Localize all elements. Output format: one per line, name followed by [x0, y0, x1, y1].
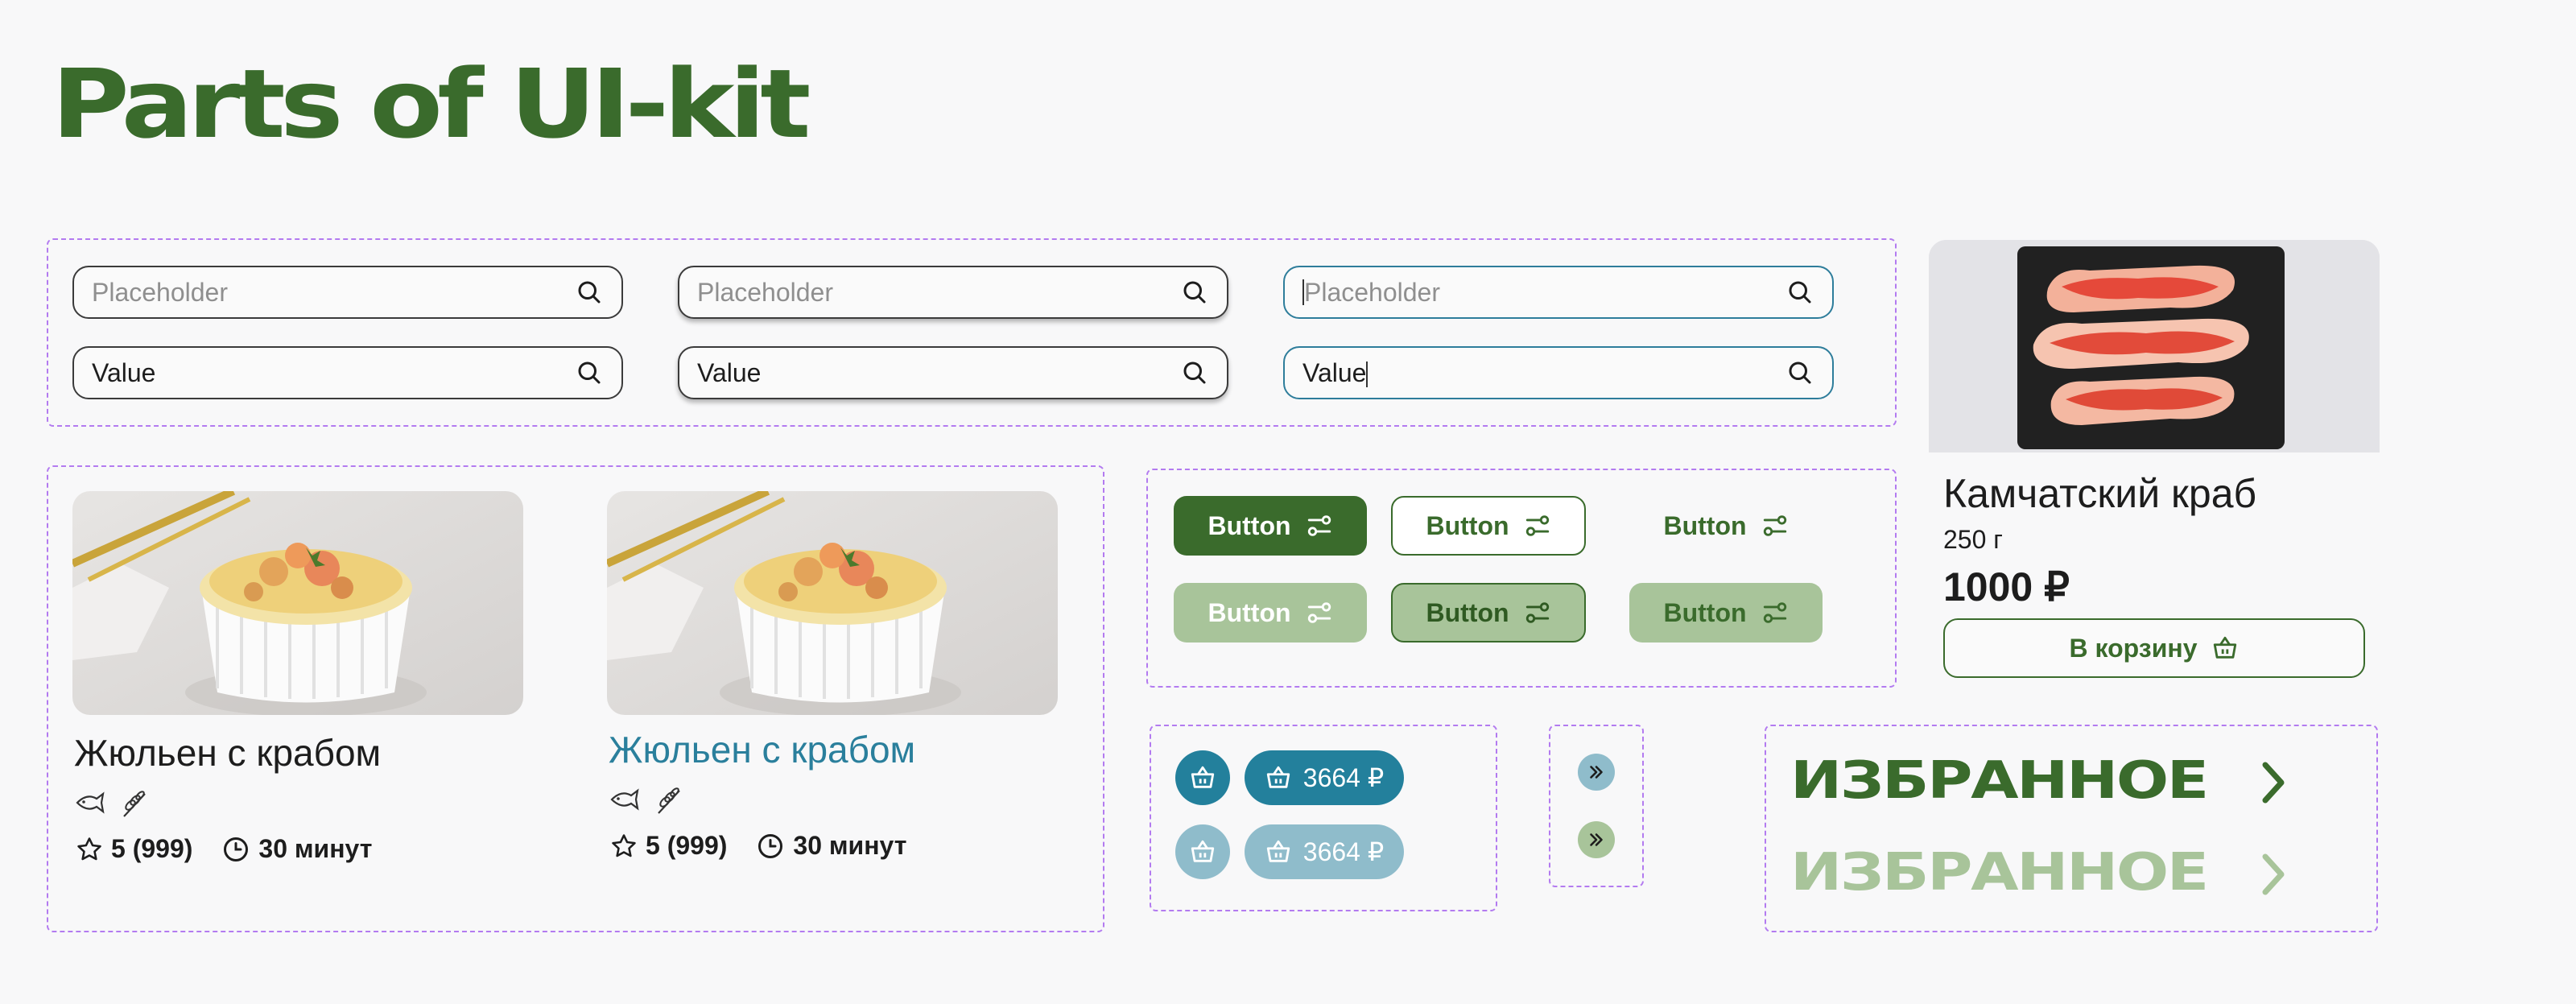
price-label: 3664 ₽	[1302, 763, 1385, 792]
dish-card-image[interactable]	[72, 491, 523, 715]
add-to-cart-price-button[interactable]: 3664 ₽	[1245, 750, 1404, 805]
wheat-icon	[123, 791, 146, 817]
add-to-cart-round-button[interactable]	[1175, 750, 1230, 805]
cook-time-text: 30 минут	[258, 834, 373, 863]
cook-time-text: 30 минут	[793, 831, 907, 860]
basket-icon	[2214, 636, 2237, 659]
filter-button-soft[interactable]: Button	[1629, 583, 1823, 642]
wheat-icon	[658, 787, 680, 814]
dish-tags	[610, 787, 684, 815]
chevron-right-icon[interactable]	[2259, 760, 2288, 805]
dish-tags	[76, 791, 150, 818]
sliders-icon	[1525, 515, 1549, 536]
favorites-link[interactable]: ИЗБРАННОЕ	[1790, 755, 2209, 807]
julienne-photo	[72, 491, 523, 715]
forward-button-teal[interactable]	[1578, 754, 1615, 791]
search-input-value-default[interactable]: Value	[72, 346, 623, 399]
page-title: Parts of UI-kit	[52, 48, 811, 159]
star-icon	[77, 837, 101, 860]
search-input-text: Placeholder	[1304, 277, 1440, 307]
clock-icon	[224, 837, 249, 861]
double-chevron-right-icon	[1590, 833, 1603, 846]
search-input-placeholder-focus[interactable]: Placeholder	[1283, 266, 1834, 319]
filter-button-outlined[interactable]: Button	[1391, 496, 1586, 556]
search-input-text: Placeholder	[92, 277, 228, 307]
julienne-photo	[607, 491, 1058, 715]
sliders-icon	[1525, 602, 1549, 623]
button-label: Button	[1663, 597, 1747, 627]
rating-text: 5 (999)	[646, 831, 728, 860]
search-icon[interactable]	[1180, 358, 1209, 387]
product-weight: 250 г	[1943, 525, 2003, 554]
product-name[interactable]: Камчатский краб	[1943, 470, 2256, 517]
forward-button-green[interactable]	[1578, 821, 1615, 858]
chevron-right-icon[interactable]	[2259, 852, 2288, 897]
dish-card-title-hover[interactable]: Жюльен с крабом	[609, 728, 915, 771]
dish-card-title[interactable]: Жюльен с крабом	[74, 731, 381, 775]
search-input-text: Placeholder	[697, 277, 833, 307]
button-label: В корзину	[2069, 633, 2198, 663]
rating-text: 5 (999)	[111, 834, 193, 863]
fish-icon	[610, 788, 639, 811]
text-caret	[1366, 362, 1368, 388]
double-chevron-right-icon	[1590, 766, 1603, 779]
filter-button-filled[interactable]: Button	[1174, 496, 1367, 556]
arrow-buttons-group	[1549, 725, 1644, 887]
search-input-placeholder-default[interactable]: Placeholder	[72, 266, 623, 319]
add-to-cart-round-button-disabled[interactable]	[1175, 824, 1230, 879]
sliders-icon	[1307, 602, 1331, 623]
fish-icon	[76, 791, 105, 814]
search-input-text: Value	[697, 357, 762, 387]
basket-icon	[1266, 840, 1290, 862]
favorites-link-disabled[interactable]: ИЗБРАННОЕ	[1790, 847, 2209, 899]
button-label: Button	[1663, 510, 1747, 540]
dish-meta: 5 (999) 30 минут	[610, 831, 906, 861]
dish-meta: 5 (999) 30 минут	[76, 834, 372, 864]
product-price: 1000 ₽	[1943, 564, 2070, 609]
search-icon[interactable]	[1785, 278, 1814, 307]
crab-photo	[1929, 240, 2380, 452]
sliders-icon	[1307, 515, 1331, 536]
clock-icon	[758, 833, 783, 858]
search-input-text: Value	[1302, 358, 1785, 388]
search-input-placeholder-hover[interactable]: Placeholder	[678, 266, 1228, 319]
star-icon	[612, 833, 636, 857]
filter-button-filled-disabled[interactable]: Button	[1174, 583, 1367, 642]
search-input-value-hover[interactable]: Value	[678, 346, 1228, 399]
button-label: Button	[1426, 510, 1509, 540]
add-to-cart-button[interactable]: В корзину	[1943, 618, 2365, 678]
dish-card-image[interactable]	[607, 491, 1058, 715]
favorites-label: ИЗБРАННОЕ	[1790, 843, 2209, 903]
add-to-cart-price-button-disabled[interactable]: 3664 ₽	[1245, 824, 1404, 879]
basket-icon	[1191, 766, 1215, 788]
sliders-icon	[1763, 515, 1786, 536]
search-icon[interactable]	[575, 278, 604, 307]
search-input-value-focus[interactable]: Value	[1283, 346, 1834, 399]
search-input-text: Value	[92, 357, 156, 387]
search-icon[interactable]	[575, 358, 604, 387]
search-input-value: Value	[1302, 357, 1367, 387]
favorites-label: ИЗБРАННОЕ	[1790, 751, 2209, 811]
search-icon[interactable]	[1785, 358, 1814, 387]
price-label: 3664 ₽	[1302, 837, 1385, 866]
button-label: Button	[1208, 510, 1291, 540]
search-icon[interactable]	[1180, 278, 1209, 307]
product-image[interactable]	[1929, 240, 2380, 452]
button-label: Button	[1426, 597, 1509, 627]
filter-button-pressed[interactable]: Button	[1391, 583, 1586, 642]
sliders-icon	[1763, 602, 1786, 623]
basket-icon	[1266, 766, 1290, 788]
button-label: Button	[1208, 597, 1291, 627]
basket-icon	[1191, 840, 1215, 862]
filter-button-text[interactable]: Button	[1629, 496, 1823, 556]
